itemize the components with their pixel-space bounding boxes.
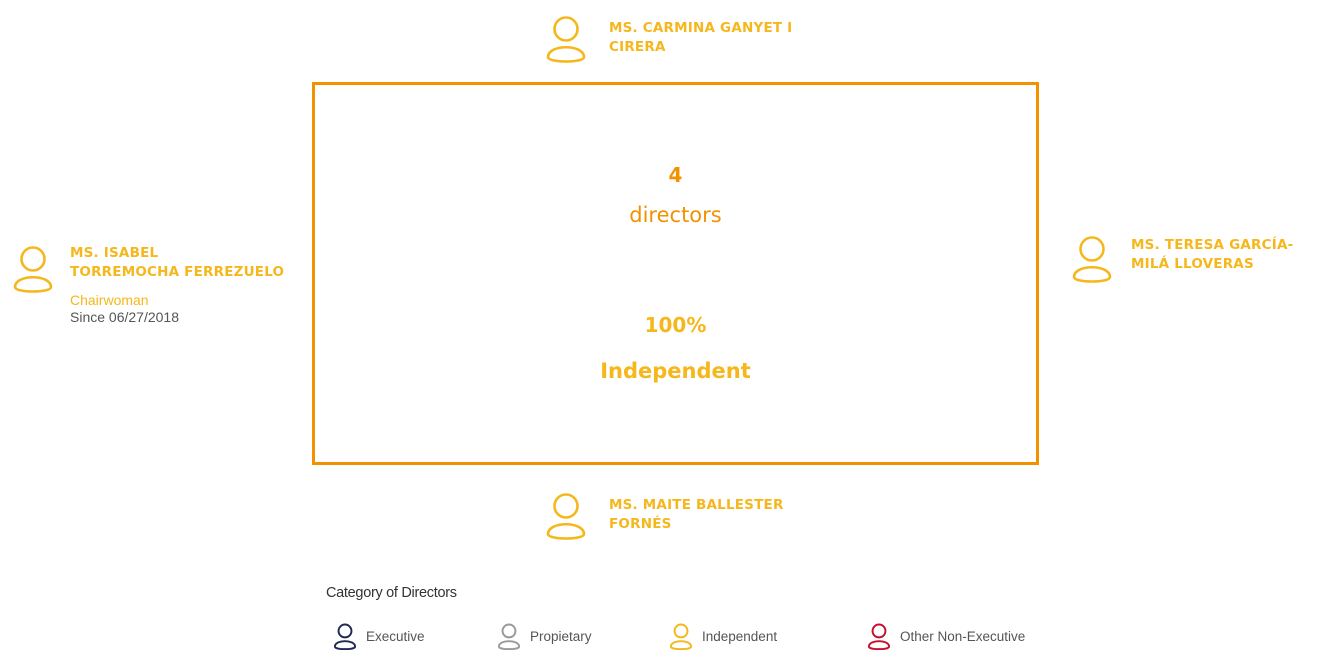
person-icon: [669, 622, 693, 650]
category-label: Independent: [600, 359, 751, 383]
person-icon: [545, 490, 587, 540]
independent-percentage: 100%: [644, 313, 707, 337]
director-name-right: MS. TERESA GARCÍA- MILÁ LLOVERAS: [1131, 236, 1293, 274]
legend-label: Propietary: [530, 629, 592, 644]
director-count: 4: [668, 163, 683, 187]
legend-label: Independent: [702, 629, 778, 644]
director-name-line: MS. CARMINA GANYET I: [609, 20, 793, 36]
director-name-line: MILÁ LLOVERAS: [1131, 256, 1254, 272]
director-name-line: MS. ISABEL: [70, 245, 159, 261]
director-name-line: FORNÉS: [609, 516, 672, 532]
person-icon: [545, 13, 587, 63]
director-name-line: TORREMOCHA FERREZUELO: [70, 264, 285, 280]
director-name-top: MS. CARMINA GANYET I CIRERA: [609, 19, 792, 57]
director-count-label: directors: [629, 203, 722, 227]
director-name-bottom: MS. MAITE BALLESTER FORNÉS: [609, 496, 784, 534]
director-name-line: CIRERA: [609, 39, 666, 55]
person-icon: [867, 622, 891, 650]
board-summary-box: 4 directors 100% Independent: [312, 82, 1039, 465]
director-name-line: MS. MAITE BALLESTER: [609, 497, 784, 513]
person-icon: [333, 622, 357, 650]
legend-label: Other Non-Executive: [900, 629, 1026, 644]
director-name-line: MS. TERESA GARCÍA-: [1131, 237, 1294, 253]
person-icon: [12, 243, 54, 293]
director-since-date: Since 06/27/2018: [70, 309, 179, 325]
legend-label: Executive: [366, 629, 425, 644]
legend-title: Category of Directors: [326, 585, 457, 601]
director-name-left: MS. ISABEL TORREMOCHA FERREZUELO: [70, 244, 284, 282]
director-role: Chairwoman: [70, 292, 149, 308]
person-icon: [1071, 233, 1113, 283]
person-icon: [497, 622, 521, 650]
